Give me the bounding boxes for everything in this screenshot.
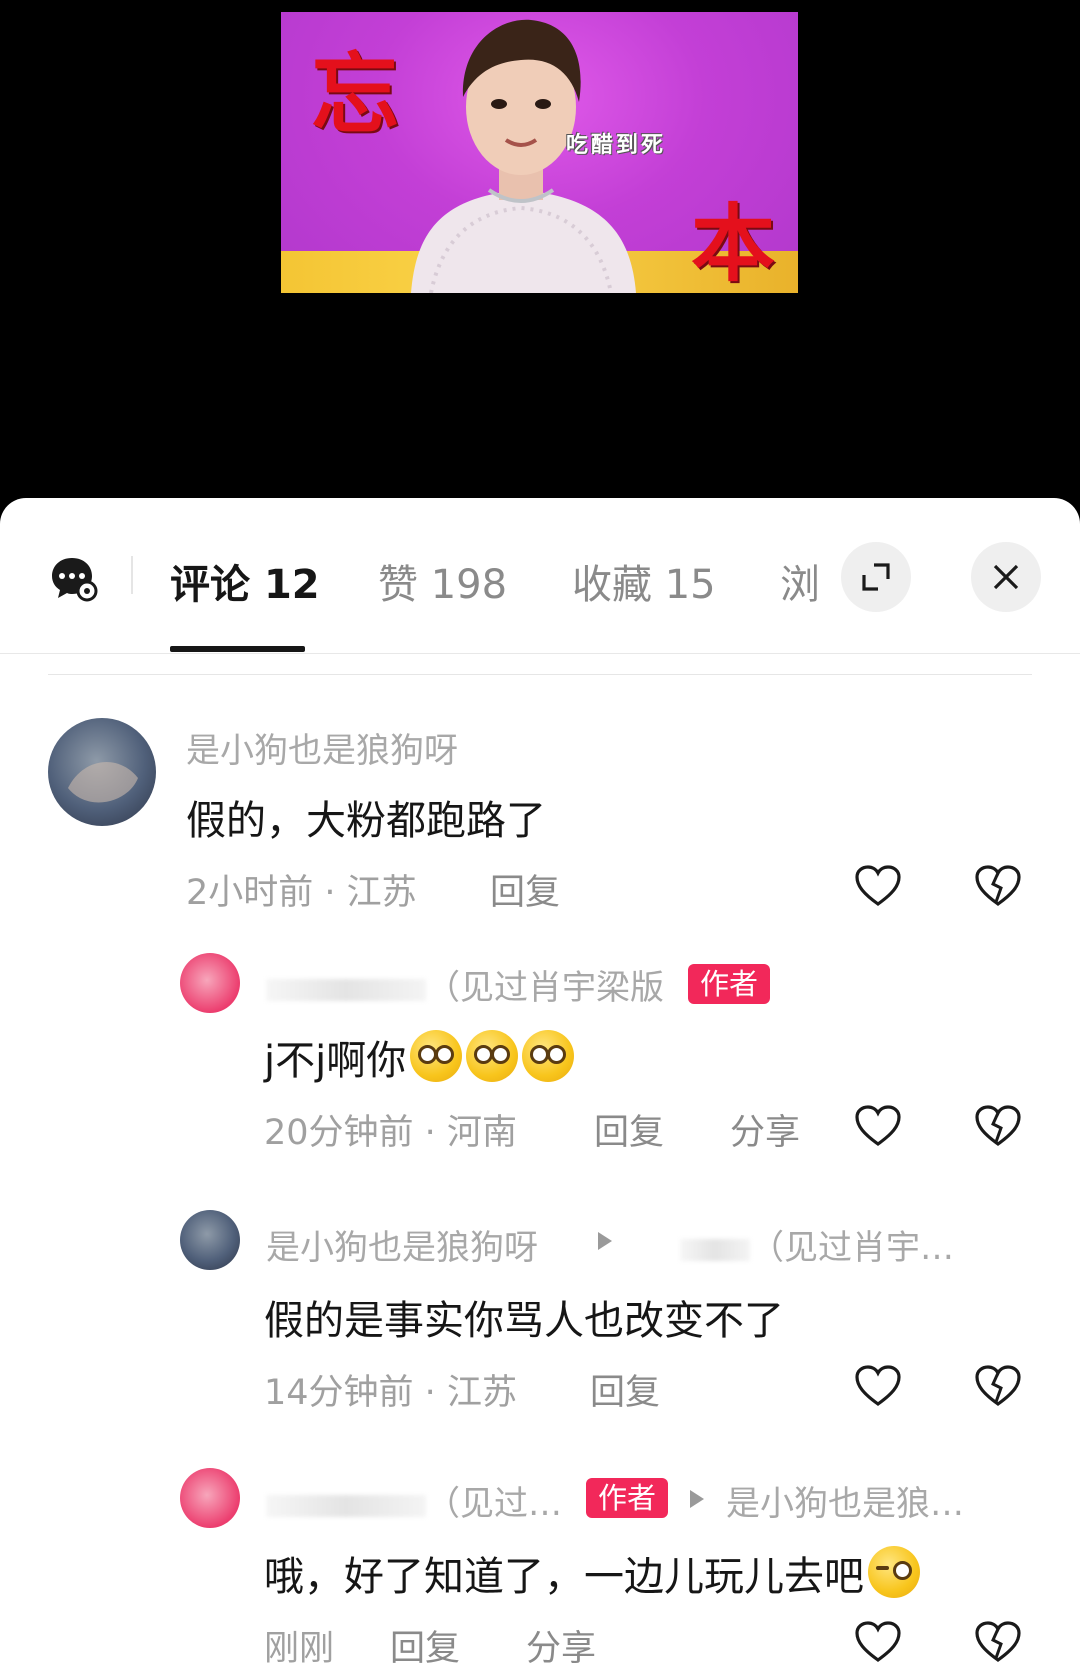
reply-arrow-icon [598, 1232, 612, 1250]
broken-heart-icon[interactable] [974, 1104, 1022, 1148]
reply-time: 14分钟前 · 江苏 [264, 1373, 517, 1413]
video-area: 忘 吃醋到死 本 [0, 0, 1080, 520]
chat-settings-icon[interactable] [50, 554, 98, 602]
reply-username-text: （见过肖宇梁版 [426, 968, 664, 1008]
tab-comments-label: 评论 [170, 562, 250, 608]
comments-sheet: 评论 12 赞 198 收藏 15 浏 是小狗也是狼狗呀 假的，大粉都跑路了 2… [0, 498, 1080, 1677]
reply-text[interactable]: 假的是事实你骂人也改变不了 [264, 1288, 784, 1346]
heart-icon[interactable] [854, 1364, 902, 1408]
dizzy-emoji-icon [410, 1030, 463, 1082]
avatar[interactable] [180, 1210, 240, 1270]
close-button[interactable] [971, 542, 1041, 612]
heart-icon[interactable] [854, 1620, 902, 1664]
comment-time-value: 2小时前 [186, 873, 314, 913]
expand-button[interactable] [841, 542, 911, 612]
reply-button[interactable]: 回复 [390, 1620, 460, 1671]
tab-comments[interactable]: 评论 12 [170, 552, 320, 610]
reply-time: 20分钟前 · 河南 [264, 1113, 517, 1153]
share-button[interactable]: 分享 [730, 1104, 800, 1155]
avatar[interactable] [48, 718, 156, 826]
tab-views-label: 浏 [780, 562, 820, 608]
share-button[interactable]: 分享 [526, 1620, 596, 1671]
comment-username[interactable]: 是小狗也是狼狗呀 [186, 723, 458, 772]
dizzy-emoji-icon [466, 1030, 519, 1082]
avatar[interactable] [180, 1468, 240, 1528]
reply-text-value: 哦，好了知道了，一边儿玩儿去吧 [264, 1554, 864, 1600]
username-blur [266, 978, 426, 1001]
tab-favorites-count: 15 [664, 562, 716, 608]
avatar[interactable] [180, 953, 240, 1013]
reply-time-value: 14分钟前 [264, 1373, 414, 1413]
author-badge: 作者 [688, 964, 771, 1004]
tab-favorites-label: 收藏 [572, 562, 652, 608]
reply-to-username[interactable]: （见过肖宇… [680, 1220, 954, 1269]
video-player[interactable]: 忘 吃醋到死 本 [281, 12, 798, 293]
reply-to-username[interactable]: 是小狗也是狼… [726, 1476, 964, 1525]
heart-icon[interactable] [854, 864, 902, 908]
tab-likes[interactable]: 赞 198 [378, 552, 507, 610]
broken-heart-icon[interactable] [974, 1620, 1022, 1664]
tab-views[interactable]: 浏 [780, 552, 820, 610]
tab-likes-count: 198 [430, 562, 508, 608]
video-caption: 吃醋到死 [566, 133, 667, 158]
reply-location: 江苏 [446, 1373, 517, 1413]
comment-time: 2小时前 · 江苏 [186, 873, 417, 913]
reply-button[interactable]: 回复 [590, 1364, 660, 1415]
reply-username-text: （见过… [426, 1484, 562, 1524]
reply-username[interactable]: （见过… [266, 1476, 562, 1525]
reply-arrow-icon [690, 1490, 704, 1508]
reply-time: 刚刚 [264, 1629, 335, 1669]
comment-location: 江苏 [346, 873, 417, 913]
username-blur [266, 1494, 426, 1517]
tab-likes-label: 赞 [378, 562, 418, 608]
comment-text[interactable]: 假的，大粉都跑路了 [186, 788, 546, 846]
username-blur [680, 1238, 750, 1261]
reply-text-value: j不j啊你 [264, 1038, 407, 1084]
broken-heart-icon[interactable] [974, 864, 1022, 908]
reply-to-username-text: （见过肖宇… [750, 1228, 954, 1268]
tab-comments-count: 12 [263, 562, 320, 608]
tab-favorites[interactable]: 收藏 15 [572, 552, 716, 610]
list-divider [48, 674, 1032, 675]
close-icon [993, 564, 1019, 590]
reply-button[interactable]: 回复 [490, 864, 560, 915]
wink-tongue-emoji-icon [868, 1546, 920, 1598]
video-overlay-char-right: 本 [691, 194, 776, 293]
reply-text[interactable]: 哦，好了知道了，一边儿玩儿去吧 [264, 1544, 920, 1602]
heart-icon[interactable] [854, 1104, 902, 1148]
reply-location: 河南 [446, 1113, 517, 1153]
expand-icon [862, 563, 890, 591]
reply-button[interactable]: 回复 [594, 1104, 664, 1155]
tab-bar: 评论 12 赞 198 收藏 15 浏 [0, 498, 1080, 654]
broken-heart-icon[interactable] [974, 1364, 1022, 1408]
reply-time-value: 20分钟前 [264, 1113, 414, 1153]
reply-text[interactable]: j不j啊你 [264, 1028, 575, 1086]
reply-username[interactable]: 是小狗也是狼狗呀 [266, 1220, 538, 1269]
video-overlay-char-left: 忘 [311, 42, 400, 146]
author-badge: 作者 [586, 1478, 669, 1518]
reply-username[interactable]: （见过肖宇梁版 [266, 960, 664, 1009]
dizzy-emoji-icon [522, 1030, 575, 1082]
tab-separator [131, 556, 133, 594]
active-tab-indicator [170, 646, 305, 652]
